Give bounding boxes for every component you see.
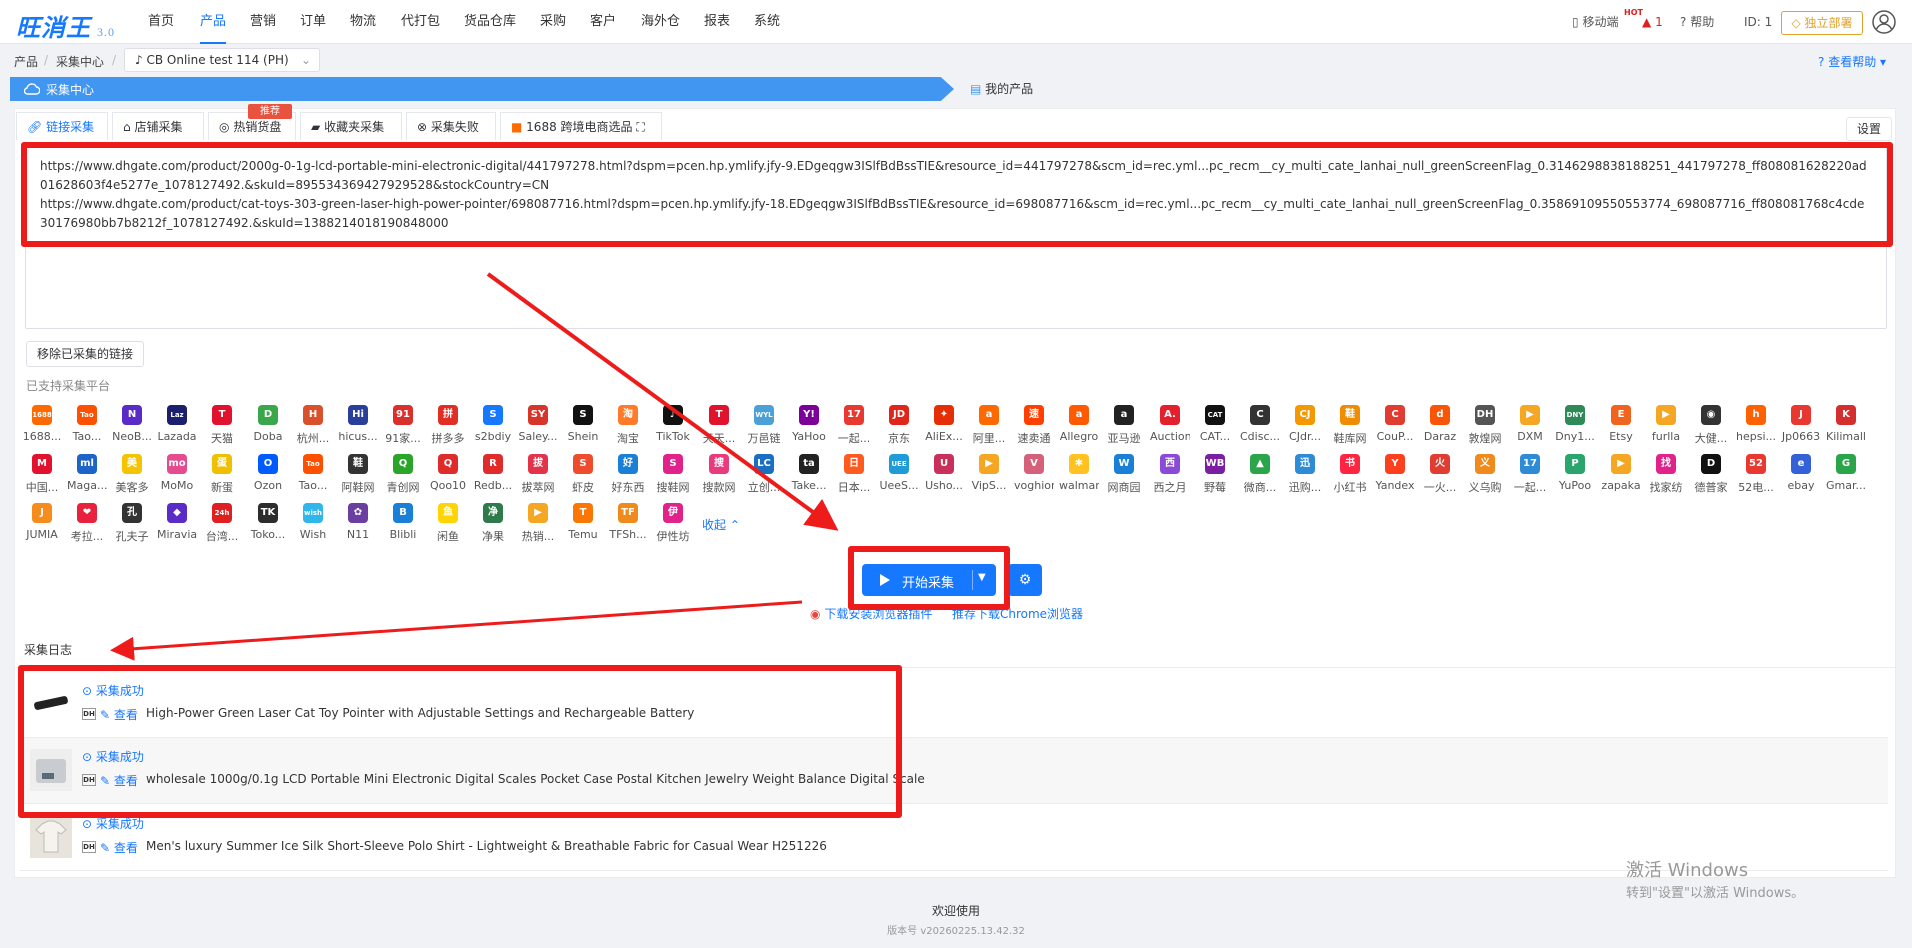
- annotation-arrows: [110, 272, 839, 661]
- footer-version: 版本号 v20260225.13.42.32: [887, 926, 1025, 937]
- footer-welcome: 欢迎使用: [931, 904, 980, 918]
- windows-watermark-subtitle: 转到"设置"以激活 Windows。: [1626, 886, 1805, 901]
- arrow-to-log: [110, 600, 803, 661]
- windows-watermark-title: 激活 Windows: [1626, 860, 1749, 881]
- arrow-to-start: [486, 272, 839, 531]
